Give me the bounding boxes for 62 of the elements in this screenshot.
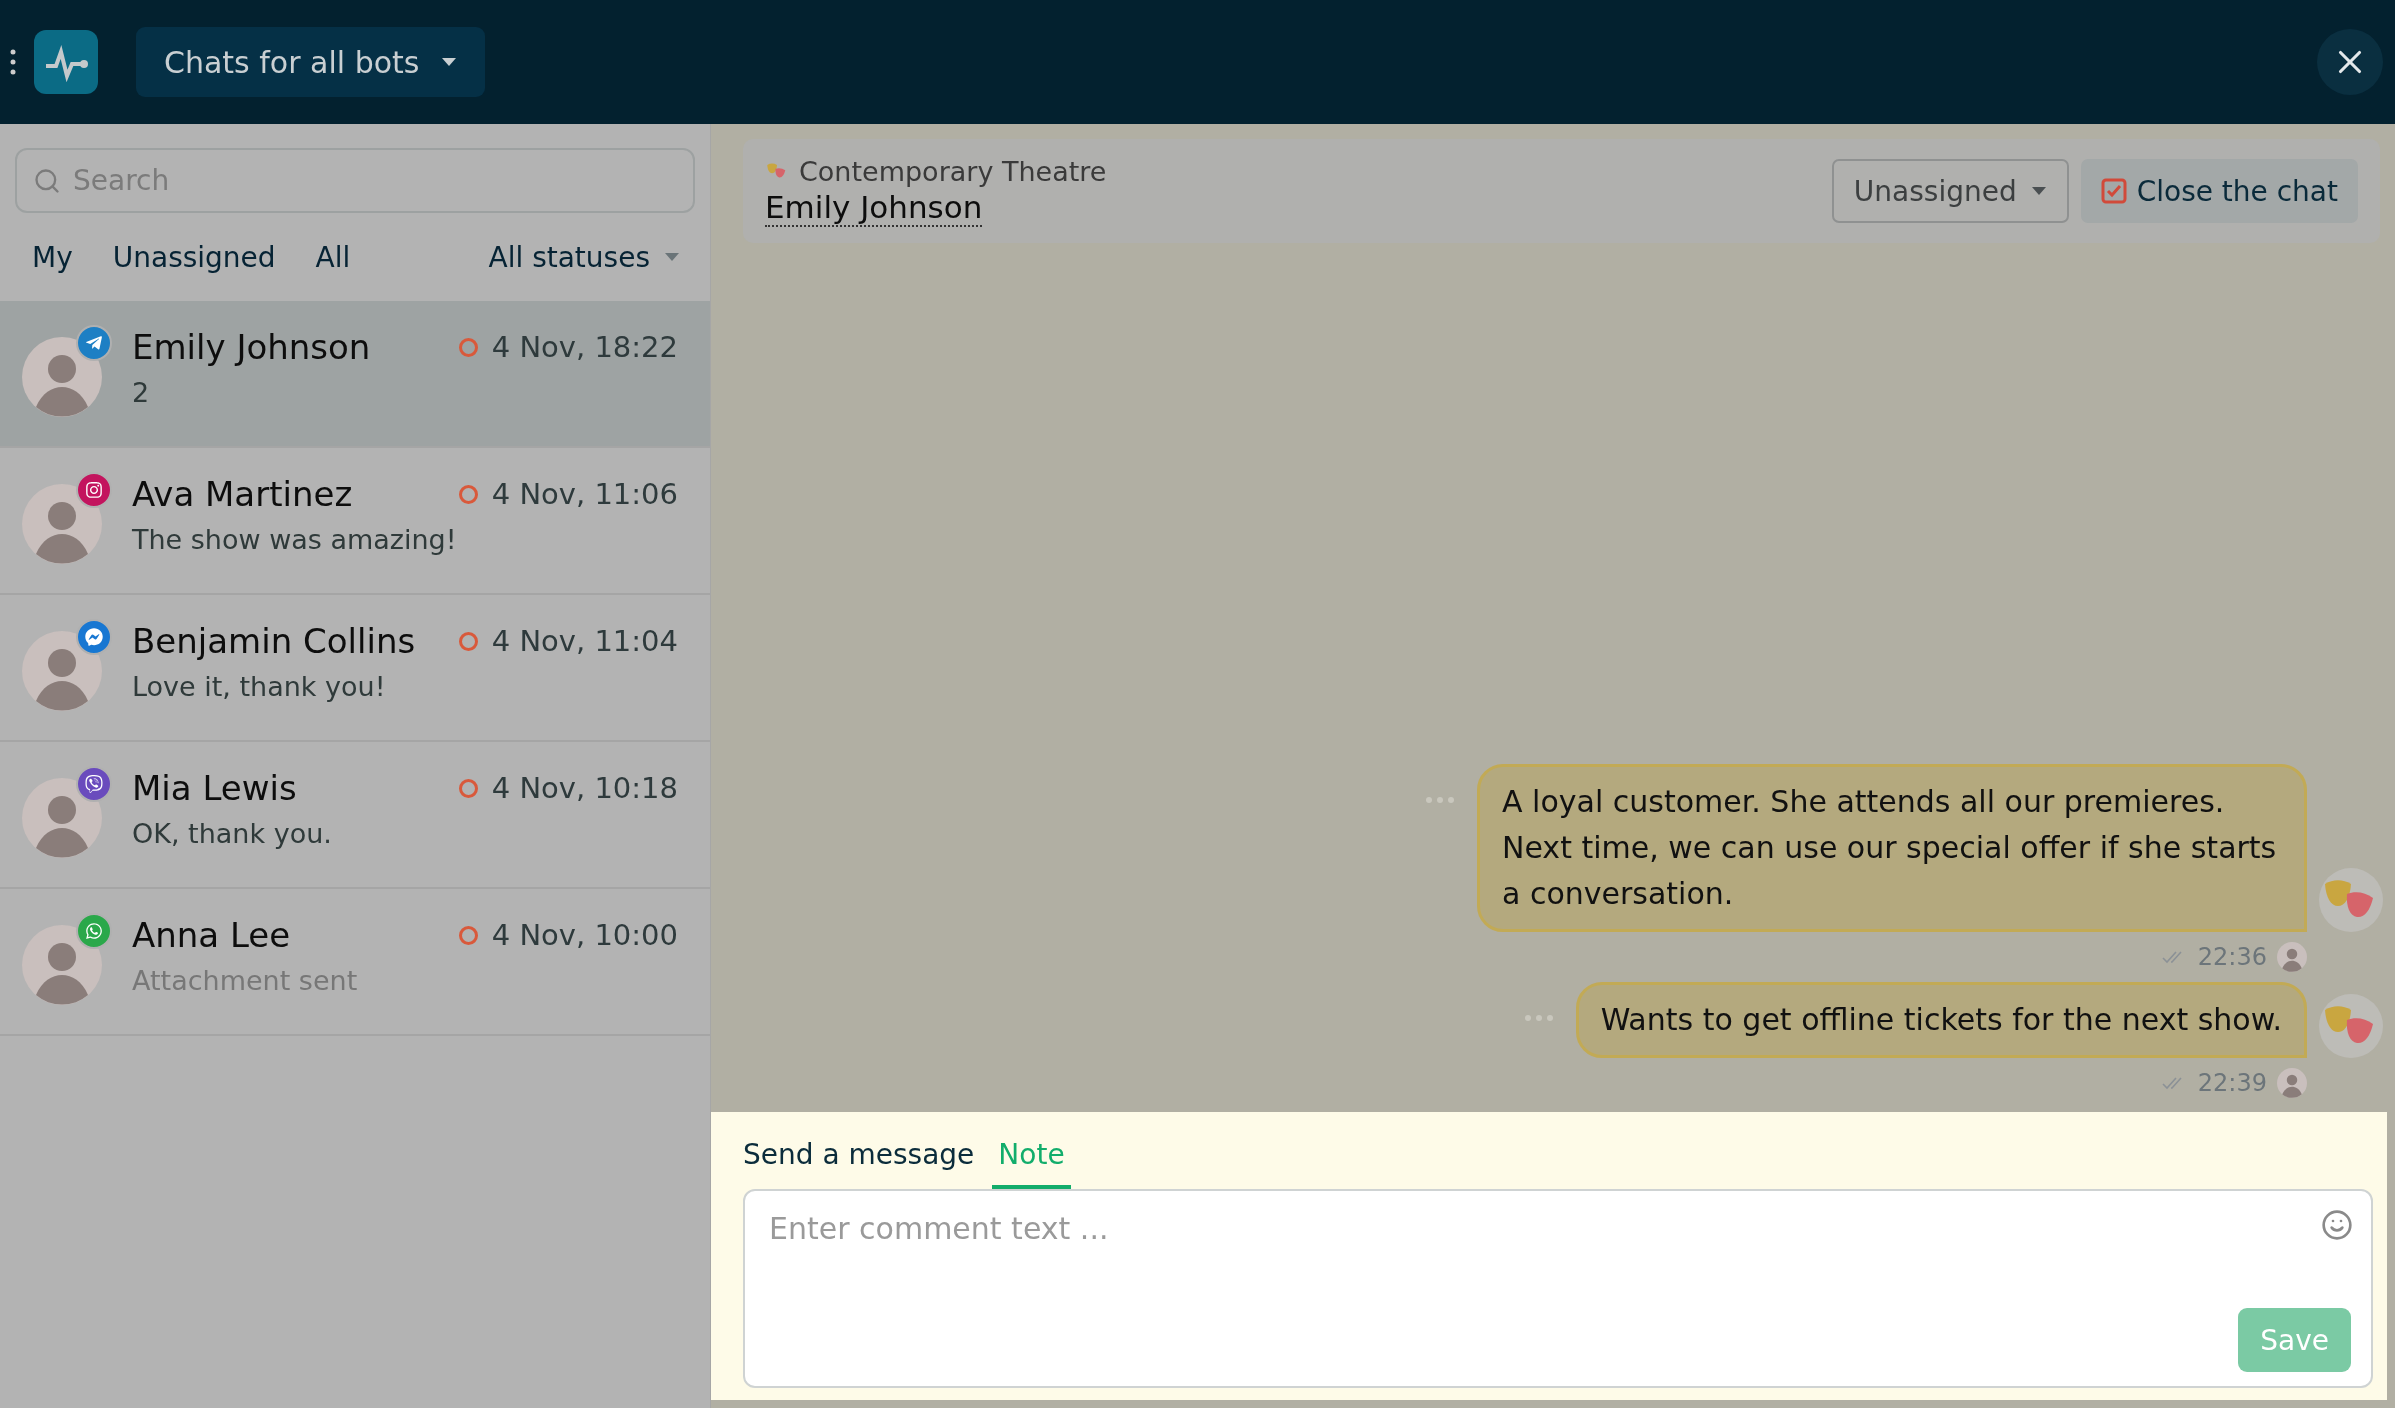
note-bubble: Wants to get offline tickets for the next show. xyxy=(1575,982,2307,1058)
contact-name: Emily Johnson xyxy=(132,327,371,367)
avatar-icon xyxy=(22,631,102,711)
contact-name: Benjamin Collins xyxy=(132,621,416,661)
message-preview: Attachment sent xyxy=(132,965,359,996)
note-bubble: A loyal customer. She attends all our premieres. Next time, we can use our special offer if she starts a conversation. xyxy=(1477,764,2307,932)
status-icon xyxy=(458,778,478,798)
status-icon xyxy=(458,484,478,504)
avatar-icon xyxy=(2277,942,2307,972)
chat-list-item[interactable]: Emily Johnson 4 Nov, 18:22 2 xyxy=(0,301,710,448)
chat-list-item[interactable]: Benjamin Collins 4 Nov, 11:04 Love it, thank you! xyxy=(0,595,710,742)
filter-tab[interactable]: All xyxy=(315,240,351,274)
chat-list-item[interactable]: Anna Lee 4 Nov, 10:00 Attachment sent xyxy=(0,889,710,1036)
status-dropdown[interactable]: All statuses xyxy=(488,240,680,274)
message-preview: OK, thank you. xyxy=(132,818,333,849)
camera-icon xyxy=(85,481,103,499)
caret-icon xyxy=(441,57,458,67)
caret-icon xyxy=(664,252,680,262)
emoji-icon[interactable] xyxy=(2321,1209,2353,1241)
bots-dropdown[interactable]: Chats for all bots xyxy=(136,27,486,97)
message-time: 22:36 xyxy=(2197,943,2267,971)
filter-tab[interactable]: My xyxy=(32,240,73,274)
avatar-icon xyxy=(22,337,102,417)
message-preview: The show was amazing! xyxy=(132,524,458,555)
caret-icon xyxy=(2030,186,2047,196)
avatar-icon xyxy=(2277,1068,2307,1098)
message-time: 22:39 xyxy=(2197,1069,2267,1097)
phone-icon xyxy=(85,922,103,940)
contact-name: Anna Lee xyxy=(132,915,291,955)
composer-tab[interactable]: Send a message xyxy=(737,1132,981,1189)
status-icon xyxy=(458,631,478,651)
bot-name: Contemporary Theatre xyxy=(799,155,1107,187)
avatar-icon xyxy=(22,484,102,564)
contact-name: Mia Lewis xyxy=(132,768,297,808)
chat-time: 4 Nov, 10:18 xyxy=(491,771,678,805)
avatar-icon xyxy=(22,778,102,858)
checkbox-icon xyxy=(2100,178,2127,204)
theatre-masks-icon xyxy=(2319,994,2383,1058)
message-preview: Love it, thank you! xyxy=(132,671,387,702)
status-icon xyxy=(458,337,478,357)
theatre-masks-icon xyxy=(2319,868,2383,932)
phone-icon xyxy=(85,775,103,793)
chat-time: 4 Nov, 18:22 xyxy=(491,330,678,364)
chat-time: 4 Nov, 10:00 xyxy=(491,918,678,952)
chat-list-item[interactable]: Mia Lewis 4 Nov, 10:18 OK, thank you. xyxy=(0,742,710,889)
message-preview: 2 xyxy=(132,377,151,408)
status-icon xyxy=(458,925,478,945)
chat-time: 4 Nov, 11:06 xyxy=(491,477,678,511)
avatar-icon xyxy=(22,925,102,1005)
filter-tab[interactable]: Unassigned xyxy=(112,240,276,274)
paper-plane-icon xyxy=(85,334,103,352)
chat-time: 4 Nov, 11:04 xyxy=(491,624,678,658)
chat-bubble-icon xyxy=(85,628,103,646)
search-icon xyxy=(33,167,61,195)
pulse-logo-icon[interactable] xyxy=(34,30,98,94)
assignee-dropdown[interactable]: Unassigned xyxy=(1831,159,2069,223)
close-chat-button[interactable]: Close the chat xyxy=(2080,159,2358,223)
contact-name: Ava Martinez xyxy=(132,474,353,514)
chat-list-item[interactable]: Ava Martinez 4 Nov, 11:06 The show was amazing! xyxy=(0,448,710,595)
search-field[interactable]: Search xyxy=(15,148,695,213)
menu-dots-icon[interactable] xyxy=(10,49,16,75)
contact-name-link[interactable]: Emily Johnson xyxy=(765,188,983,227)
